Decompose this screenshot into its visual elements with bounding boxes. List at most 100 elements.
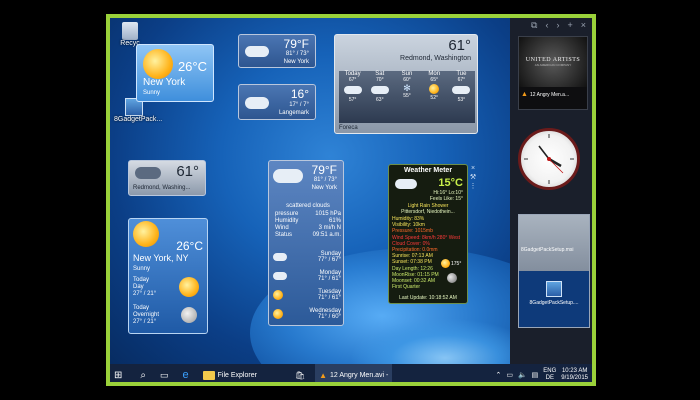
forecast-item: Monday 71° / 61° — [273, 266, 341, 285]
sun-icon — [143, 49, 173, 79]
temperature: 26°C — [177, 59, 207, 74]
last-update: Last Update: 10:18:52 AM — [399, 295, 457, 301]
condition: Sunny — [133, 266, 151, 272]
clock-tray[interactable]: 10:23 AM 9/19/2015 — [561, 368, 588, 382]
forecast-strip: Today 67° 57° Sat 70° 63° Sun 60° ✻ 55° — [339, 71, 475, 123]
media-gadget[interactable]: UNITED ARTISTS AN AMERICAN COMPANY ▲ 12 … — [518, 36, 588, 110]
sun-icon — [179, 277, 199, 297]
sidebar-add-icon[interactable]: + — [567, 20, 572, 30]
search-icon[interactable]: ⌕ — [136, 364, 150, 382]
desktop-preview-gadget[interactable]: 8GadgetPackSetup.msi 8GadgetPackSetup...… — [518, 214, 590, 328]
cloud-icon — [135, 167, 161, 179]
clock-face-icon — [524, 134, 574, 184]
language-indicator[interactable]: ENG DE — [543, 368, 556, 382]
label: Today — [133, 277, 150, 283]
day-high: 67° — [348, 77, 357, 83]
detail-row: Humidity 61% — [275, 218, 341, 225]
cloud-icon — [343, 86, 362, 94]
day-low: 53° — [457, 97, 466, 103]
forecast-list: Sunday 77° / 67° Monday 71° / 61° Tuesday 7… — [273, 247, 341, 323]
folder-icon — [202, 370, 215, 380]
forecast-item: Tuesday 71° / 61° — [273, 285, 341, 304]
task-view-icon[interactable]: ▭ — [156, 364, 173, 382]
detail-label: Humidity — [275, 218, 299, 224]
sun-icon — [133, 221, 159, 247]
temperature: 16° — [290, 87, 309, 101]
sidebar-pin-icon[interactable]: ⧉ — [531, 20, 537, 31]
file-explorer-button[interactable]: File Explorer — [199, 364, 261, 382]
label: Today — [133, 305, 150, 311]
weather-gadget-langemark[interactable]: 16° 17° / 7° Langemark — [238, 84, 316, 120]
today-day: Today Day 27° / 21° — [133, 277, 156, 298]
today-night: Today Overnight 27° / 21° — [133, 305, 159, 326]
drag-handle-icon[interactable]: ⋮ — [469, 182, 477, 191]
day-high: 67° — [457, 77, 466, 83]
action-center-icon[interactable]: ▤ — [532, 371, 539, 379]
detail-label: Wind — [275, 225, 289, 231]
analog-clock-gadget[interactable] — [518, 128, 580, 190]
cloud-icon — [245, 46, 269, 57]
desktop: Recyc 8GadgetPack... 26°C New York Sunny… — [110, 18, 510, 364]
settings-wrench-icon[interactable]: ⚒ — [469, 173, 477, 182]
detail-row: pressure 1015 hPa — [275, 211, 341, 218]
forecast-day: Tue 67° 53° — [448, 71, 475, 123]
city: Redmond, Washing... — [133, 185, 191, 191]
tray-chevron-icon[interactable]: ⌃ — [495, 371, 501, 379]
location: Pittersdorf, Niedothein... — [401, 209, 455, 215]
weather-gadget-newyork-detail[interactable]: 79°F 81° / 73° New York scattered clouds… — [268, 160, 344, 326]
cloud-icon — [273, 169, 303, 183]
weather-gadget-redmond-forecast[interactable]: 61° Redmond, Washington Today 67° 57° Sa… — [334, 34, 478, 134]
temperature-range: 81° / 73° — [313, 177, 337, 183]
setup-file-top: 8GadgetPackSetup.msi — [521, 247, 574, 253]
close-icon[interactable]: × — [469, 164, 477, 173]
sub: Overnight — [133, 312, 160, 318]
weather-gadget-newyork-large[interactable]: 26°C New York, NY Sunny Today Day 27° / … — [128, 218, 208, 334]
sidebar-next-icon[interactable]: › — [556, 20, 559, 30]
weather-gadget-newyork-small[interactable]: 79°F 81° / 73° New York — [238, 34, 316, 68]
sidebar-toolbar: ⧉ ‹ › + × — [510, 18, 592, 32]
forecast-item: Wednesday 71° / 60° — [273, 304, 341, 323]
file-explorer-label: File Explorer — [217, 371, 257, 379]
temperature: 79°F — [311, 163, 337, 177]
city: Langemark — [278, 110, 309, 116]
details-table: pressure 1015 hPa Humidity 61% Wind 3 mi/h … — [275, 211, 341, 239]
screenshot-frame: Recyc 8GadgetPack... 26°C New York Sunny… — [106, 14, 596, 386]
detail-value: 61% — [328, 218, 341, 224]
gadget-controls: × ⚒ ⋮ — [469, 164, 477, 191]
sun-icon — [429, 84, 440, 94]
condition: Sunny — [143, 90, 161, 96]
detail-row: First Quarter — [392, 284, 421, 291]
sun-icon — [273, 308, 283, 319]
forecast-day: Sun 60° ✻ 55° — [393, 71, 420, 123]
day-low: 63° — [376, 97, 384, 103]
day: Wednesday — [309, 307, 341, 314]
network-icon[interactable]: ▭ — [506, 371, 513, 379]
weather-gadget-redmond-small[interactable]: 61° Redmond, Washing... — [128, 160, 206, 196]
weather-gadget-newyork-compact[interactable]: 26°C New York Sunny — [136, 44, 214, 102]
store-icon[interactable]: 🛍 — [291, 364, 309, 382]
sidebar-close-icon[interactable]: × — [581, 20, 586, 30]
weather-meter-gadget[interactable]: Weather Meter 15°C Hi:16° Lo:10° Feels L… — [388, 164, 468, 304]
detail-value: 09:51 a.m. — [312, 232, 341, 238]
vlc-window-label: 12 Angry Men.avi - — [330, 371, 389, 379]
range: 71° / 61° — [317, 275, 341, 282]
gadget-sidebar: ⧉ ‹ › + × UNITED ARTISTS AN AMERICAN COM… — [510, 18, 592, 364]
city: New York, NY — [133, 253, 189, 263]
edge-browser-icon[interactable]: e — [179, 364, 193, 382]
media-subtitle: AN AMERICAN COMPANY — [534, 63, 572, 67]
temperature: 26°C — [176, 239, 203, 253]
media-file-name: 12 Angry Men.a... — [529, 91, 570, 98]
volume-icon[interactable]: 🔈 — [518, 371, 527, 379]
temperature-range: 81° / 73° — [285, 51, 309, 57]
sidebar-prev-icon[interactable]: ‹ — [545, 20, 548, 30]
range: 27° / 21° — [133, 319, 157, 325]
clock-date: 9/19/2015 — [561, 375, 588, 381]
provider-link[interactable]: Foreca — [339, 125, 358, 131]
city: New York — [311, 185, 337, 191]
system-tray: ⌃ ▭ 🔈 ▤ ENG DE 10:23 AM 9/19/2015 — [495, 368, 592, 382]
start-button[interactable]: ⊞ — [110, 364, 126, 382]
vlc-taskbar-button[interactable]: ▲ 12 Angry Men.avi - — [315, 364, 393, 382]
gadgetpack-shortcut-label: 8GadgetPack... — [114, 116, 163, 123]
day-high: 70° — [376, 77, 384, 83]
forecast-day: Today 67° 57° — [339, 71, 366, 123]
